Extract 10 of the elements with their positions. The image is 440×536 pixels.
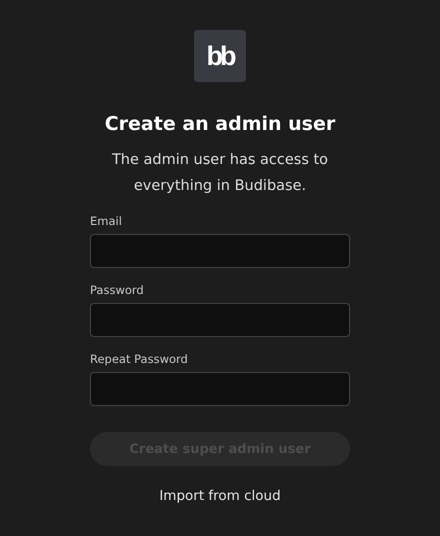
field-label: Email xyxy=(90,212,123,230)
page-title: Create an admin user xyxy=(104,112,336,137)
field-label: Repeat Password xyxy=(90,351,189,368)
import-link[interactable]: Import from cloud xyxy=(159,488,281,504)
input-field[interactable] xyxy=(90,372,350,406)
logo: bb xyxy=(194,30,246,82)
description-text: The admin user has access to everything in Budibase. xyxy=(110,150,330,196)
input-field[interactable] xyxy=(90,234,350,268)
input-field[interactable] xyxy=(90,303,350,337)
field-label: Password xyxy=(90,282,145,299)
